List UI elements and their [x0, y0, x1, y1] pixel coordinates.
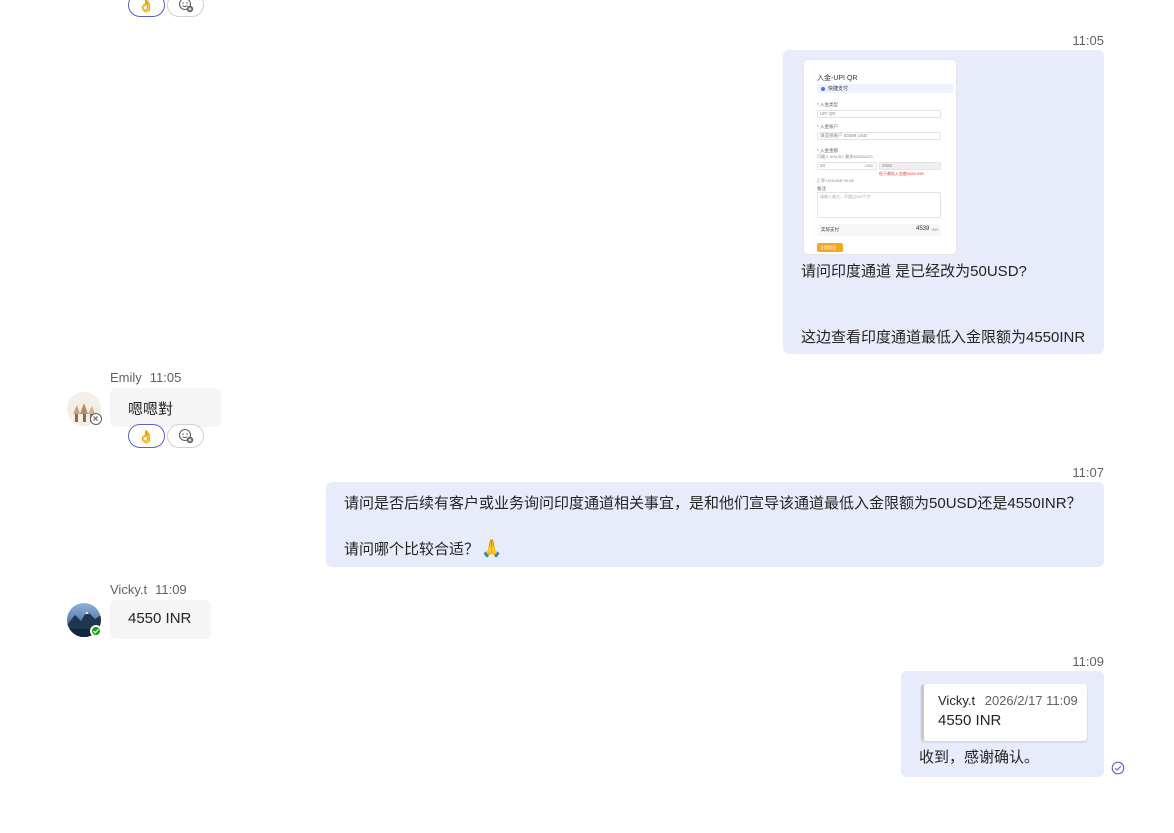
add-reaction-icon	[178, 0, 193, 13]
reaction-ok-hand[interactable]: 👌	[128, 424, 165, 448]
screenshot-field-error: 低于最低入金额4550 INR	[879, 171, 924, 176]
folded-hands-icon: 🙏	[481, 539, 503, 558]
message-time: 11:09	[1072, 654, 1104, 669]
message-text: 这边查看印度通道最低入金限额为4550INR	[801, 329, 1086, 346]
add-reaction-icon	[178, 428, 193, 444]
message-text: 收到，感谢确认。	[919, 749, 1040, 766]
message-time: 11:05	[149, 370, 182, 385]
screenshot-field-hint: 可输入 50USD, 最多50000USD	[817, 154, 873, 159]
outgoing-message-bubble[interactable]: 入金-UPI QR 快捷支付 * 入金类型 UPI QR * 入金账户 请选择账…	[783, 50, 1104, 354]
screenshot-tag: 快捷支付	[828, 86, 849, 92]
message-text-line: 请问哪个比较合适？ 🙏	[344, 538, 502, 559]
seen-check-icon	[1111, 761, 1125, 780]
message-text: 请问印度通道 是已经改为50USD?	[801, 263, 1027, 280]
sender-name[interactable]: Vicky.t	[110, 582, 147, 597]
sender-name[interactable]: Emily	[110, 370, 142, 385]
message-time: 11:09	[155, 582, 187, 597]
screenshot-submit-button: 立即提交	[820, 245, 836, 250]
incoming-message-bubble[interactable]: 4550 INR	[110, 600, 211, 639]
quoted-time: 2026/2/17 11:09	[984, 693, 1078, 708]
message-text: 请问哪个比较合适？	[344, 541, 480, 558]
ok-hand-icon: 👌	[138, 0, 155, 13]
screenshot-title: 入金-UPI QR	[817, 75, 858, 82]
message-text: 请问是否后续有客户或业务询问印度通道相关事宜，是和他们宣导该通道最低入金限额为5…	[344, 495, 1082, 512]
message-text: 嗯嗯對	[128, 401, 174, 418]
quoted-message[interactable]: Vicky.t 2026/2/17 11:09 4550 INR	[921, 684, 1087, 741]
screenshot-field-value: 请选择账户 50389 USD	[820, 133, 868, 138]
screenshot-field-value: 4550	[882, 163, 893, 168]
message-header: Emily 11:05	[110, 370, 181, 385]
status-online-icon	[90, 625, 102, 637]
outgoing-message-bubble[interactable]: 请问是否后续有客户或业务询问印度通道相关事宜，是和他们宣导该通道最低入金限额为5…	[326, 482, 1104, 567]
screenshot-field-value: UPI QR	[820, 111, 836, 116]
screenshot-field-label: * 入金类型	[817, 102, 839, 107]
message-header: Vicky.t 11:09	[110, 582, 187, 597]
add-reaction-button-top[interactable]	[167, 0, 204, 17]
screenshot-field-unit: USD	[865, 163, 874, 168]
screenshot-rate: 汇率 USD/INR 90.86	[817, 178, 854, 183]
message-time: 11:05	[1072, 33, 1104, 48]
reaction-ok-hand-top[interactable]: 👌	[128, 0, 165, 17]
status-offline-icon	[90, 413, 102, 425]
message-text: 4550 INR	[128, 610, 192, 627]
quoted-sender: Vicky.t	[938, 693, 976, 708]
screenshot-total-unit: INR	[932, 228, 939, 232]
quoted-text: 4550 INR	[938, 712, 1002, 729]
screenshot-total-value: 4539	[916, 226, 930, 232]
screenshot-total-label: 实际支付	[821, 227, 839, 232]
quoted-message-header: Vicky.t 2026/2/17 11:09	[938, 693, 1078, 708]
screenshot-remark-placeholder: 请输入备注，不超过200个字	[820, 194, 871, 199]
add-reaction-button[interactable]	[167, 424, 204, 448]
incoming-message-bubble[interactable]: 嗯嗯對	[110, 388, 221, 427]
message-time: 11:07	[1072, 465, 1104, 480]
screenshot-field-value: 50	[820, 163, 826, 168]
ok-hand-icon: 👌	[138, 428, 155, 444]
outgoing-message-bubble[interactable]: Vicky.t 2026/2/17 11:09 4550 INR 收到，感谢确认…	[901, 671, 1104, 777]
attached-screenshot[interactable]: 入金-UPI QR 快捷支付 * 入金类型 UPI QR * 入金账户 请选择账…	[804, 60, 956, 254]
screenshot-field-label: * 入金账户	[817, 124, 839, 129]
